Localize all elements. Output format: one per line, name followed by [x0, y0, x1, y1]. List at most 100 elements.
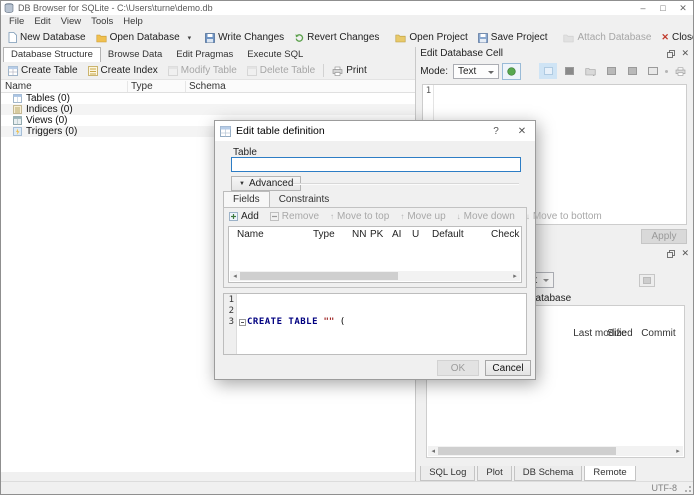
menu-view[interactable]: View — [56, 16, 86, 27]
menu-tools[interactable]: Tools — [86, 16, 118, 27]
tree-column-name[interactable]: Name — [1, 81, 127, 92]
maximize-button[interactable]: □ — [653, 1, 673, 15]
tree-item-indices[interactable]: Indices (0) — [1, 104, 416, 115]
open-in-external-button[interactable] — [502, 62, 521, 80]
close-dock-icon[interactable]: ✕ — [681, 48, 689, 59]
tree-column-schema[interactable]: Schema — [185, 80, 415, 92]
dialog-close-button[interactable]: ✕ — [509, 121, 535, 141]
remove-field-button: Remove — [269, 211, 319, 222]
sql-line-number: 1 — [228, 295, 234, 305]
float-dock-icon[interactable] — [667, 249, 676, 258]
scroll-left-icon[interactable]: ◂ — [428, 447, 438, 455]
remote-col-commit[interactable]: Commit — [641, 328, 675, 339]
tab-constraints[interactable]: Constraints — [270, 192, 339, 207]
modify-table-button: Modify Table — [163, 63, 242, 78]
save-project-icon — [477, 32, 488, 43]
menu-help[interactable]: Help — [118, 16, 148, 27]
tab-database-structure[interactable]: Database Structure — [3, 47, 101, 62]
close-database-button[interactable]: ✕ Close Database — [656, 30, 693, 45]
dialog-title: Edit table definition — [236, 125, 325, 137]
open-database-button[interactable]: Open Database — [91, 30, 185, 45]
menu-bar: File Edit View Tools Help — [1, 15, 693, 28]
attach-database-button: Attach Database — [558, 30, 656, 45]
open-database-icon — [96, 33, 107, 43]
save-project-button[interactable]: Save Project — [473, 30, 553, 45]
sql-line-2 — [239, 350, 345, 354]
tab-fields[interactable]: Fields — [223, 191, 270, 207]
tab-edit-pragmas[interactable]: Edit Pragmas — [169, 48, 240, 62]
word-wrap-button[interactable] — [539, 63, 557, 79]
create-table-button[interactable]: Create Table — [3, 63, 83, 78]
tab-sql-log[interactable]: SQL Log — [420, 466, 476, 481]
tab-execute-sql[interactable]: Execute SQL — [240, 48, 310, 62]
fold-marker-icon[interactable] — [239, 319, 246, 326]
edit-cell-toolbar: Mode: Text — [416, 60, 693, 82]
delete-table-icon — [246, 65, 257, 76]
minimize-button[interactable]: – — [633, 1, 653, 15]
grid-col-check[interactable]: Check — [491, 229, 519, 240]
grid-col-ai[interactable]: AI — [392, 229, 401, 240]
add-field-button[interactable]: Add — [229, 211, 259, 222]
tab-plot[interactable]: Plot — [477, 466, 512, 481]
create-index-button[interactable]: Create Index — [83, 63, 163, 78]
create-index-icon — [87, 65, 98, 76]
revert-changes-button[interactable]: Revert Changes — [289, 30, 384, 45]
edit-cell-dock-title: Edit Database Cell — [420, 48, 504, 59]
write-changes-button[interactable]: Write Changes — [200, 30, 289, 45]
remote-connect-icon — [643, 277, 652, 284]
grid-col-name[interactable]: Name — [237, 229, 264, 240]
scroll-right-icon[interactable]: ▸ — [673, 447, 683, 455]
grid-col-default[interactable]: Default — [432, 229, 464, 240]
move-down-icon: ↓ — [456, 212, 461, 221]
fields-horizontal-scrollbar[interactable]: ◂ ▸ — [230, 271, 520, 281]
cancel-button[interactable]: Cancel — [485, 360, 531, 376]
tab-remote[interactable]: Remote — [584, 466, 636, 481]
grid-col-nn[interactable]: NN — [352, 229, 366, 240]
float-dock-icon[interactable] — [667, 49, 676, 58]
scrollbar-thumb[interactable] — [438, 447, 617, 455]
remote-horizontal-scrollbar[interactable]: ◂ ▸ — [428, 446, 683, 456]
scroll-right-icon[interactable]: ▸ — [510, 272, 520, 280]
table-name-input[interactable] — [231, 157, 521, 172]
set-null-button[interactable] — [623, 63, 641, 79]
fullscreen-button[interactable] — [644, 63, 662, 79]
import-file-button[interactable] — [581, 63, 599, 79]
tab-browse-data[interactable]: Browse Data — [101, 48, 169, 62]
dialog-help-button[interactable]: ? — [483, 121, 509, 141]
tab-db-schema[interactable]: DB Schema — [513, 466, 583, 481]
print-button[interactable]: Print — [327, 63, 372, 78]
close-window-button[interactable]: ✕ — [673, 1, 693, 15]
grid-col-pk[interactable]: PK — [370, 229, 383, 240]
move-up-button: ↑ Move up — [400, 211, 446, 222]
open-project-button[interactable]: Open Project — [390, 30, 472, 45]
open-database-dropdown-icon[interactable]: ▾ — [185, 34, 195, 42]
move-to-bottom-button: ↓ Move to bottom — [525, 211, 602, 222]
resize-grip[interactable] — [683, 484, 692, 493]
menu-edit[interactable]: Edit — [29, 16, 55, 27]
mode-select[interactable]: Text — [453, 63, 499, 79]
triggers-icon — [13, 127, 22, 136]
grid-col-type[interactable]: Type — [313, 229, 335, 240]
main-tab-bar: Database Structure Browse Data Edit Prag… — [1, 47, 415, 62]
remote-col-size[interactable]: Size — [607, 328, 626, 339]
move-to-top-button: ↑ Move to top — [330, 211, 390, 222]
tree-item-tables[interactable]: Tables (0) — [1, 93, 415, 104]
print-cell-icon — [675, 67, 686, 76]
close-dock-icon[interactable]: ✕ — [681, 248, 689, 259]
encoding-indicator[interactable]: UTF-8 — [652, 483, 678, 493]
move-to-bottom-icon: ↓ — [525, 212, 530, 221]
print-cell-button[interactable] — [671, 63, 689, 79]
export-file-button[interactable] — [602, 63, 620, 79]
tree-column-type[interactable]: Type — [127, 80, 185, 92]
sql-preview[interactable]: 1 2 3 CREATE TABLE "" ( ); — [223, 293, 527, 355]
advanced-button[interactable]: ▼ Advanced — [231, 176, 302, 191]
menu-file[interactable]: File — [4, 16, 29, 27]
grid-col-u[interactable]: U — [412, 229, 419, 240]
scroll-left-icon[interactable]: ◂ — [230, 272, 240, 280]
scrollbar-thumb[interactable] — [240, 272, 398, 280]
close-database-icon: ✕ — [661, 32, 669, 42]
tables-icon — [13, 94, 22, 103]
new-database-button[interactable]: New Database — [3, 30, 91, 45]
mode-label: Mode: — [420, 65, 448, 77]
invert-colors-button[interactable] — [560, 63, 578, 79]
